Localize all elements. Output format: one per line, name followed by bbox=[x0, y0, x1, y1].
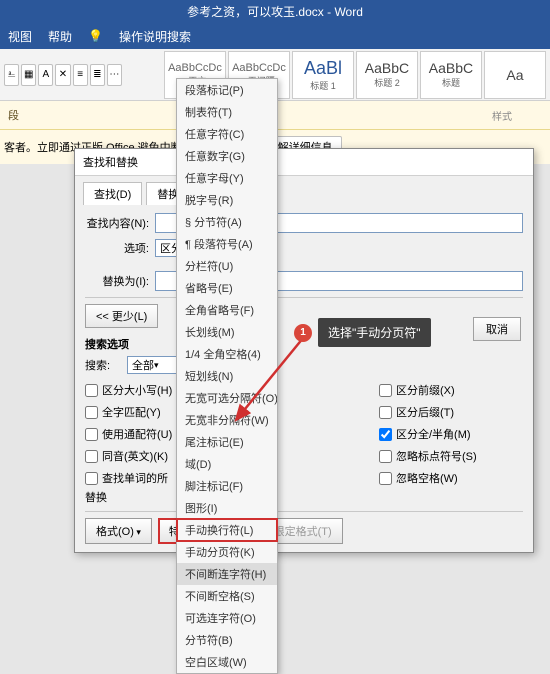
styles-label: 样式 bbox=[492, 108, 512, 123]
divider bbox=[85, 511, 523, 512]
menu-item[interactable]: 不间断连字符(H) bbox=[177, 563, 277, 585]
divider bbox=[85, 297, 523, 298]
menu-item[interactable]: 分栏符(U) bbox=[177, 255, 277, 277]
lightbulb-icon: 💡 bbox=[88, 29, 103, 43]
toolbar-button[interactable]: ≣ bbox=[90, 64, 105, 86]
search-direction-label: 搜索: bbox=[85, 357, 121, 373]
menu-item[interactable]: 域(D) bbox=[177, 453, 277, 475]
tab-view[interactable]: 视图 bbox=[8, 28, 32, 45]
search-option-checkbox[interactable]: 区分全/半角(M) bbox=[379, 426, 523, 442]
window-title: 参考之资，可以攻玉.docx - Word bbox=[0, 0, 550, 23]
tab-find[interactable]: 查找(D) bbox=[83, 182, 142, 205]
replace-with-label: 替换为(I): bbox=[85, 273, 149, 289]
menu-item[interactable]: 长划线(M) bbox=[177, 321, 277, 343]
less-button[interactable]: << 更少(L) bbox=[85, 304, 158, 328]
cancel-button[interactable]: 取消 bbox=[473, 317, 521, 341]
menu-item[interactable]: 手动分页符(K) bbox=[177, 541, 277, 563]
menu-item[interactable]: 不间断空格(S) bbox=[177, 585, 277, 607]
toolbar-button[interactable]: ⎁ bbox=[4, 64, 19, 86]
special-characters-menu: 段落标记(P)制表符(T)任意字符(C)任意数字(G)任意字母(Y)脱字号(R)… bbox=[176, 78, 278, 674]
menu-item[interactable]: 任意数字(G) bbox=[177, 145, 277, 167]
toolbar-button[interactable]: ≡ bbox=[73, 64, 88, 86]
menu-item[interactable]: 制表符(T) bbox=[177, 101, 277, 123]
find-replace-dialog: 查找和替换 查找(D) 替换(P) 查找内容(N): 选项: 区分 替换为(I)… bbox=[74, 148, 534, 553]
menu-item[interactable]: 任意字母(Y) bbox=[177, 167, 277, 189]
menu-item[interactable]: 省略号(E) bbox=[177, 277, 277, 299]
dialog-body: 查找内容(N): 选项: 区分 替换为(I): << 更少(L) 搜索选项 搜索… bbox=[75, 205, 533, 494]
checkbox-grid: 区分大小写(H)全字匹配(Y)使用通配符(U)同音(英文)(K)查找单词的所 区… bbox=[85, 382, 523, 486]
menu-item[interactable]: § 分节符(A) bbox=[177, 211, 277, 233]
menu-item[interactable]: 手动换行符(L) bbox=[176, 518, 278, 542]
paragraph-label: 段 bbox=[8, 107, 19, 123]
style-gallery-item[interactable]: AaBbC标题 2 bbox=[356, 51, 418, 99]
tab-help[interactable]: 帮助 bbox=[48, 28, 72, 45]
menu-item[interactable]: 可选连字符(O) bbox=[177, 607, 277, 629]
search-options: 搜索选项 搜索: 全部 区分大小写(H)全字匹配(Y)使用通配符(U)同音(英文… bbox=[85, 336, 523, 486]
dialog-titlebar: 查找和替换 bbox=[75, 149, 533, 176]
dialog-tabs: 查找(D) 替换(P) bbox=[75, 176, 533, 205]
annotation-number-badge: 1 bbox=[294, 324, 312, 342]
menu-item[interactable]: 全角省略号(F) bbox=[177, 299, 277, 321]
menu-item[interactable]: 1/4 全角空格(4) bbox=[177, 343, 277, 365]
menu-item[interactable]: 尾注标记(E) bbox=[177, 431, 277, 453]
style-gallery-item[interactable]: AaBl标题 1 bbox=[292, 51, 354, 99]
style-gallery-item[interactable]: Aa bbox=[484, 51, 546, 99]
search-option-checkbox[interactable]: 忽略空格(W) bbox=[379, 470, 523, 486]
replace-section-label: 替换 bbox=[85, 489, 523, 505]
menu-item[interactable]: ¶ 段落符号(A) bbox=[177, 233, 277, 255]
style-gallery-item[interactable]: AaBbC标题 bbox=[420, 51, 482, 99]
tell-me-search[interactable]: 操作说明搜索 bbox=[119, 28, 191, 45]
toolbar-button[interactable]: ⋯ bbox=[107, 64, 122, 86]
menu-item[interactable]: 无宽可选分隔符(O) bbox=[177, 387, 277, 409]
toolbar-button[interactable]: A bbox=[38, 64, 53, 86]
search-option-checkbox[interactable]: 区分前缀(X) bbox=[379, 382, 523, 398]
search-option-checkbox[interactable]: 区分后缀(T) bbox=[379, 404, 523, 420]
ribbon-tabs: 视图 帮助 💡 操作说明搜索 bbox=[0, 23, 550, 49]
menu-item[interactable]: 任意字符(C) bbox=[177, 123, 277, 145]
dialog-footer: 替换 格式(O) 特殊格式(E) 不限定格式(T) bbox=[85, 489, 523, 544]
search-direction-combo[interactable]: 全部 bbox=[127, 356, 181, 374]
dialog-right-area: 取消 bbox=[473, 317, 521, 341]
menu-item[interactable]: 无宽非分隔符(W) bbox=[177, 409, 277, 431]
toolbar-button[interactable]: ✕ bbox=[55, 64, 70, 86]
menu-item[interactable]: 空白区域(W) bbox=[177, 651, 277, 673]
dialog-title: 查找和替换 bbox=[83, 154, 138, 170]
annotation-tooltip: 选择"手动分页符" bbox=[318, 318, 431, 347]
menu-item[interactable]: 段落标记(P) bbox=[177, 79, 277, 101]
menu-item[interactable]: 脚注标记(F) bbox=[177, 475, 277, 497]
search-option-checkbox[interactable]: 忽略标点符号(S) bbox=[379, 448, 523, 464]
annotation-callout: 1 选择"手动分页符" bbox=[294, 318, 431, 347]
menu-item[interactable]: 脱字号(R) bbox=[177, 189, 277, 211]
format-button[interactable]: 格式(O) bbox=[85, 518, 152, 544]
toolbar-button[interactable]: ▦ bbox=[21, 64, 36, 86]
options-label: 选项: bbox=[85, 240, 149, 256]
menu-item[interactable]: 图形(I) bbox=[177, 497, 277, 519]
menu-item[interactable]: 短划线(N) bbox=[177, 365, 277, 387]
menu-item[interactable]: 分节符(B) bbox=[177, 629, 277, 651]
find-what-label: 查找内容(N): bbox=[85, 215, 149, 231]
